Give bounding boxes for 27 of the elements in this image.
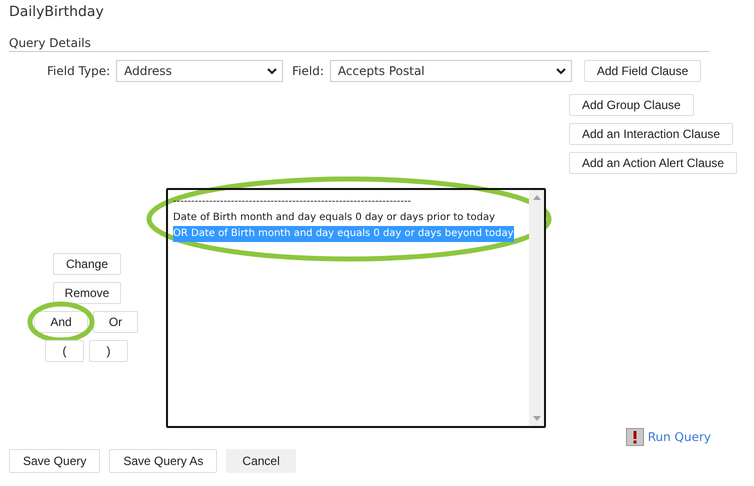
field-type-label: Field Type: [47, 64, 110, 78]
footer-button[interactable]: Save Query [9, 449, 100, 473]
remove-button[interactable]: Remove [53, 282, 121, 304]
scroll-up-icon[interactable] [532, 195, 540, 200]
scroll-down-icon[interactable] [532, 416, 540, 421]
field-select[interactable]: Accepts Postal [330, 60, 572, 82]
change-button[interactable]: Change [53, 253, 121, 275]
add-clause-button[interactable]: Add an Action Alert Clause [569, 152, 738, 174]
or-button[interactable]: Or [93, 311, 138, 333]
open-paren-button[interactable]: ( [45, 340, 84, 362]
and-button[interactable]: And [34, 311, 88, 333]
field-label: Field: [292, 64, 324, 78]
chevron-down-icon [267, 68, 278, 74]
page-title: DailyBirthday [9, 4, 105, 22]
footer-button[interactable]: Save Query As [109, 449, 218, 473]
query-clause[interactable]: Date of Birth month and day equals 0 day or days prior to today [173, 210, 496, 226]
run-query-link[interactable]: Run Query [626, 428, 711, 446]
scrollbar[interactable] [529, 190, 544, 426]
add-field-clause-button[interactable]: Add Field Clause [584, 60, 702, 82]
chevron-down-icon [556, 68, 566, 74]
footer-button[interactable]: Cancel [226, 449, 296, 473]
add-clause-button[interactable]: Add Group Clause [569, 94, 694, 116]
field-type-select[interactable]: Address [116, 60, 284, 82]
section-heading: Query Details [9, 36, 710, 52]
exclamation-icon [626, 428, 644, 446]
add-clause-button[interactable]: Add an Interaction Clause [569, 123, 734, 145]
close-paren-button[interactable]: ) [89, 340, 128, 362]
